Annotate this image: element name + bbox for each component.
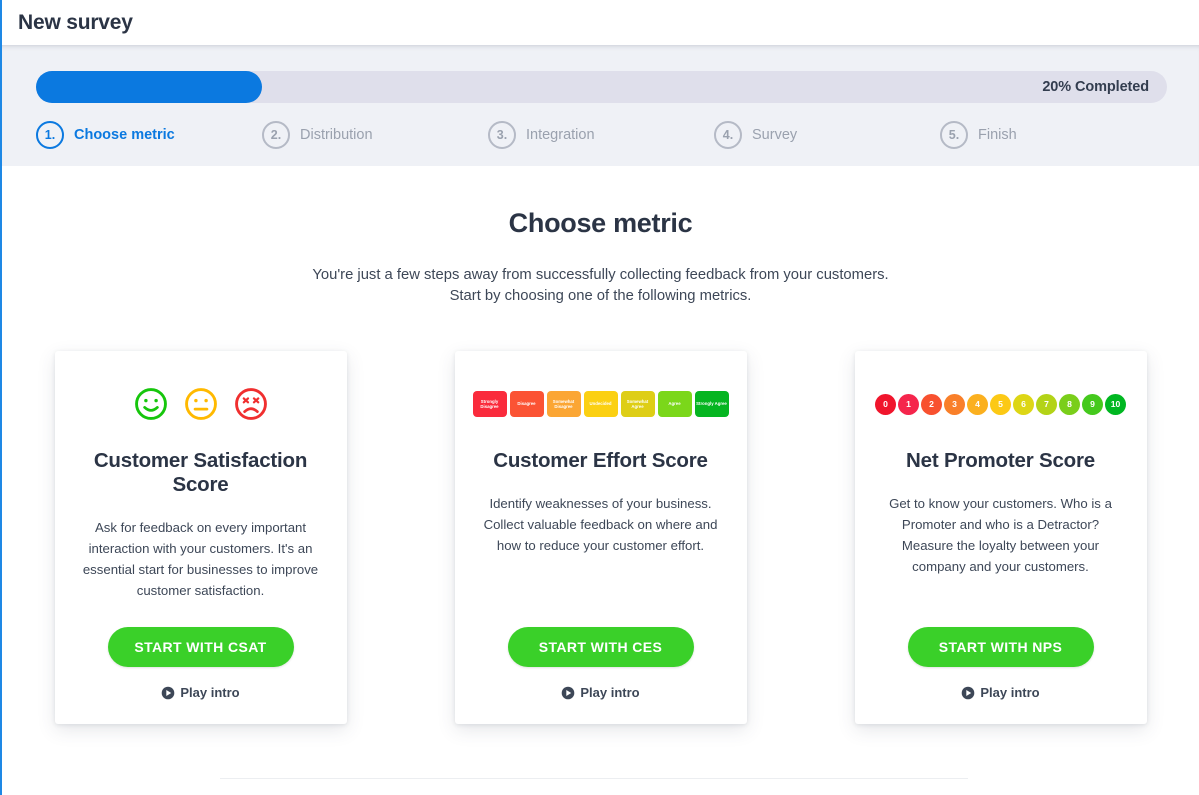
survey-wizard-page: New survey 20% Completed 1. Choose metri… [0,0,1199,795]
ces-chip: Somewhat Disagree [546,391,581,417]
metric-card-ces[interactable]: Strongly Disagree Disagree Somewhat Disa… [454,351,747,724]
play-intro-label: Play intro [980,685,1040,700]
start-with-csat-button[interactable]: START WITH CSAT [107,627,294,667]
section-subtitle-line-2: Start by choosing one of the following m… [449,288,752,304]
play-circle-icon [162,686,175,699]
metric-card-description: Ask for feedback on every important inte… [82,520,319,598]
play-intro-label: Play intro [180,685,240,700]
page-heading: New survey [18,10,133,34]
metric-card-list: Customer Satisfaction Score Ask for feed… [2,351,1199,724]
neutral-face-icon [184,388,217,420]
step-label: Integration [526,127,595,143]
main-content: Choose metric You're just a few steps aw… [2,166,1199,795]
nps-dot-row: 0 1 2 3 4 5 6 7 8 9 10 [875,393,1126,415]
sad-face-icon [234,388,267,420]
nps-dot: 3 [944,393,965,415]
progress-bar: 20% Completed [36,71,1167,103]
happy-face-icon [134,388,167,420]
nps-dot: 4 [967,393,988,415]
progress-label: 20% Completed [1042,79,1149,95]
ces-chip: Agree [657,391,692,417]
metric-card-title: Customer Satisfaction Score [93,449,308,496]
step-number-badge: 1. [36,121,64,149]
step-label: Finish [978,127,1017,143]
play-circle-icon [962,686,975,699]
ces-scale-chips: Strongly Disagree Disagree Somewhat Disa… [472,381,729,427]
section-title: Choose metric [508,208,693,238]
wizard-step-survey[interactable]: 4. Survey [714,117,940,153]
play-circle-icon [562,686,575,699]
section-subtitle-line-1: You're just a few steps away from succes… [312,267,889,283]
metric-card-nps[interactable]: 0 1 2 3 4 5 6 7 8 9 10 Net Promoter Scor… [854,351,1147,724]
wizard-step-choose-metric[interactable]: 1. Choose metric [36,117,262,153]
ces-chip: Somewhat Agree [620,391,655,417]
wizard-step-finish[interactable]: 5. Finish [940,117,1166,153]
ces-chip: Undecided [583,391,618,417]
nps-dot: 6 [1013,393,1034,415]
metric-card-title: Net Promoter Score [906,449,1095,472]
progress-bar-fill [36,71,263,103]
nps-dot: 7 [1036,393,1057,415]
csat-face-icons [134,381,268,427]
ces-chip: Disagree [509,391,544,417]
play-intro-label: Play intro [580,685,640,700]
play-intro-nps[interactable]: Play intro [961,685,1040,700]
step-number-badge: 2. [262,121,290,149]
step-label: Survey [752,127,798,143]
step-number-badge: 3. [488,121,516,149]
play-intro-csat[interactable]: Play intro [161,685,240,700]
metric-card-description: Get to know your customers. Who is a Pro… [889,496,1112,574]
metric-card-description: Identify weaknesses of your business. Co… [483,496,718,553]
wizard-step-integration[interactable]: 3. Integration [488,117,714,153]
step-number-badge: 5. [940,121,968,149]
step-label: Distribution [300,127,373,143]
metric-card-title: Customer Effort Score [493,449,708,472]
section-subtitle: You're just a few steps away from succes… [221,265,981,307]
ces-chip: Strongly Agree [694,391,729,417]
bottom-divider [220,778,968,779]
play-intro-ces[interactable]: Play intro [561,685,640,700]
nps-dot: 5 [990,393,1011,415]
metric-card-csat[interactable]: Customer Satisfaction Score Ask for feed… [54,351,347,724]
nps-dot: 10 [1105,393,1126,415]
nps-dot: 9 [1082,393,1103,415]
left-accent-rail [0,0,2,795]
nps-dot: 2 [921,393,942,415]
step-number-badge: 4. [714,121,742,149]
start-with-ces-button[interactable]: START WITH CES [507,627,694,667]
ces-chip: Strongly Disagree [472,391,507,417]
step-label: Choose metric [74,127,175,143]
wizard-steps: 1. Choose metric 2. Distribution 3. Inte… [36,117,1167,153]
ces-chip-row: Strongly Disagree Disagree Somewhat Disa… [472,391,729,417]
nps-dot: 8 [1059,393,1080,415]
window-titlebar: New survey [2,0,1199,45]
start-with-nps-button[interactable]: START WITH NPS [907,627,1094,667]
wizard-step-distribution[interactable]: 2. Distribution [262,117,488,153]
wizard-progress-band: 20% Completed 1. Choose metric 2. Distri… [2,45,1199,166]
nps-dot: 0 [875,393,896,415]
nps-dot: 1 [898,393,919,415]
nps-scale-dots: 0 1 2 3 4 5 6 7 8 9 10 [875,381,1126,427]
